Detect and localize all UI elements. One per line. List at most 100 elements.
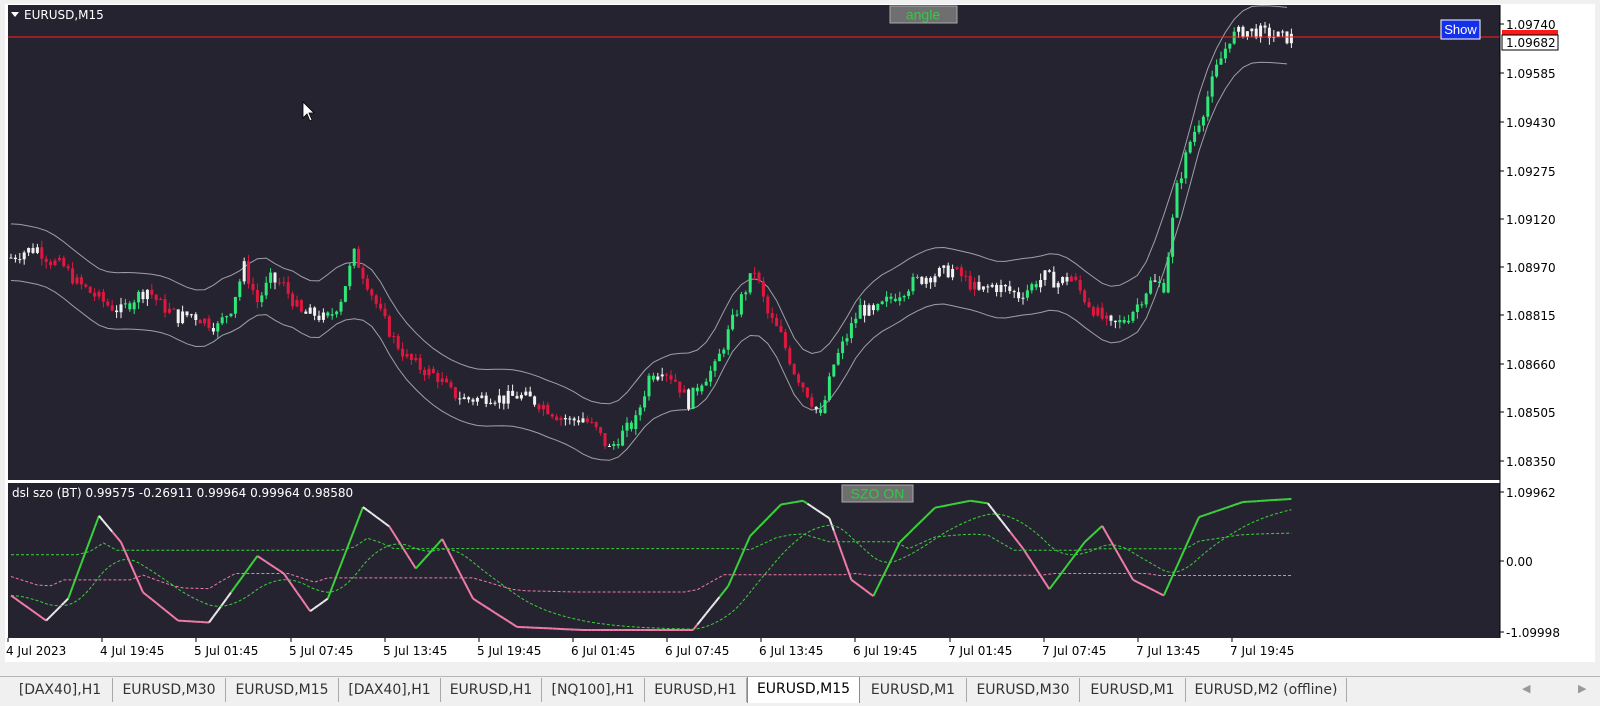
candle	[784, 329, 787, 351]
time-tick-label: 7 Jul 13:45	[1136, 644, 1200, 658]
candle	[89, 286, 92, 293]
szo-on-button[interactable]: SZO ON	[842, 485, 913, 502]
candle	[692, 388, 695, 410]
oscillator-segment	[785, 503, 789, 504]
price-tick-label: 1.08970	[1506, 261, 1556, 275]
oscillator-segment	[935, 507, 939, 508]
time-tick: 5 Jul 01:45	[194, 638, 258, 658]
price-tick-label: 1.08505	[1506, 406, 1556, 420]
candle	[1189, 140, 1192, 154]
time-tick-label: 7 Jul 19:45	[1230, 644, 1294, 658]
price-tick: 1.08505	[1500, 406, 1556, 420]
oscillator-segment	[1234, 504, 1238, 506]
time-tick: 6 Jul 13:45	[759, 638, 823, 658]
time-tick-label: 6 Jul 01:45	[571, 644, 635, 658]
oscillator-segment	[1208, 513, 1212, 515]
tab-eurusd-h1-2[interactable]: EURUSD,H1	[645, 678, 747, 702]
oscillator-segment	[1203, 514, 1207, 516]
candle	[868, 303, 871, 316]
candle	[938, 267, 941, 278]
candle	[388, 315, 391, 338]
tab-eurusd-m15-active[interactable]: EURUSD,M15	[747, 677, 860, 703]
tab-eurusd-m15[interactable]: EURUSD,M15	[226, 678, 339, 702]
oscillator-segment	[1225, 507, 1229, 509]
oscillator-segment	[799, 501, 803, 502]
price-tick: 1.09430	[1500, 116, 1556, 130]
angle-button[interactable]: angle	[890, 6, 957, 23]
time-tick: 5 Jul 13:45	[383, 638, 447, 658]
oscillator-segment	[1217, 510, 1221, 512]
tab-scroll-left-icon[interactable]: ◀	[1522, 682, 1530, 695]
oscillator-segment	[966, 501, 970, 502]
price-tick-label: 1.08660	[1506, 358, 1556, 372]
time-tick-label: 6 Jul 07:45	[665, 644, 729, 658]
oscillator-segment	[983, 503, 987, 504]
oscillator-segment	[1199, 516, 1203, 518]
tab-eurusd-m30-2[interactable]: EURUSD,M30	[967, 678, 1080, 702]
price-tick-label: 1.09275	[1506, 165, 1556, 179]
price-tick-label: 1.09740	[1506, 18, 1556, 32]
candle	[832, 364, 835, 377]
time-tick-label: 4 Jul 2023	[6, 644, 66, 658]
angle-button-label: angle	[906, 7, 940, 23]
tab-eurusd-m1-2[interactable]: EURUSD,M1	[1080, 678, 1186, 702]
indicator-tick: 1.09962	[1500, 486, 1556, 500]
price-tick-label: 1.08350	[1506, 455, 1556, 469]
time-axis[interactable]: 4 Jul 2023 4 Jul 19:45 5 Jul 01:45 5 Jul…	[6, 638, 1294, 658]
time-tick: 7 Jul 13:45	[1136, 638, 1200, 658]
oscillator-segment	[975, 501, 979, 502]
tab-nq100-h1[interactable]: [NQ100],H1	[542, 678, 645, 702]
tab-dax40-h1[interactable]: [DAX40],H1	[8, 678, 113, 702]
price-tick-label: 1.09585	[1506, 67, 1556, 81]
time-tick: 5 Jul 07:45	[289, 638, 353, 658]
candle	[749, 273, 752, 295]
current-price-label: 1.09682	[1506, 36, 1556, 50]
time-tick-label: 6 Jul 19:45	[853, 644, 917, 658]
price-tick: 1.08970	[1500, 261, 1556, 275]
candle	[740, 292, 743, 317]
main-chart-panel[interactable]	[8, 5, 1500, 480]
price-tick: 1.08660	[1500, 358, 1556, 372]
price-axis[interactable]: 1.09740 1.09585 1.09430 1.09275 1.09120 …	[1500, 18, 1556, 469]
candle	[793, 363, 796, 375]
time-tick-label: 4 Jul 19:45	[100, 644, 164, 658]
candle	[1286, 31, 1289, 44]
time-tick: 6 Jul 01:45	[571, 638, 635, 658]
candle	[788, 346, 791, 366]
tab-eurusd-m2-offline[interactable]: EURUSD,M2 (offline)	[1186, 678, 1347, 702]
time-tick: 4 Jul 2023	[6, 638, 66, 658]
time-tick: 7 Jul 19:45	[1230, 638, 1294, 658]
price-tick: 1.09585	[1500, 67, 1556, 81]
time-tick: 6 Jul 19:45	[853, 638, 917, 658]
oscillator-segment	[961, 502, 965, 503]
time-tick-label: 7 Jul 01:45	[948, 644, 1012, 658]
candle	[243, 258, 246, 285]
time-tick-label: 7 Jul 07:45	[1042, 644, 1106, 658]
szo-on-button-label: SZO ON	[851, 486, 905, 502]
candle	[806, 387, 809, 398]
price-tick-label: 1.08815	[1506, 309, 1556, 323]
time-tick: 7 Jul 07:45	[1042, 638, 1106, 658]
candle	[687, 388, 690, 411]
tab-eurusd-m30[interactable]: EURUSD,M30	[113, 678, 226, 702]
time-tick: 5 Jul 19:45	[477, 638, 541, 658]
tab-dax40-h1-2[interactable]: [DAX40],H1	[339, 678, 441, 702]
candle	[353, 248, 356, 269]
candle	[1167, 252, 1170, 293]
show-button-label: Show	[1444, 22, 1477, 37]
tab-scroll-right-icon[interactable]: ▶	[1578, 682, 1586, 695]
tab-eurusd-h1[interactable]: EURUSD,H1	[441, 678, 542, 702]
symbol-label: EURUSD,M15	[24, 8, 104, 22]
show-button[interactable]: Show	[1441, 20, 1480, 39]
price-tick-label: 1.09120	[1506, 213, 1556, 227]
indicator-axis[interactable]: 1.09962 0.00 -1.09998	[1500, 486, 1560, 640]
indicator-tick: -1.09998	[1500, 626, 1560, 640]
indicator-panel[interactable]	[8, 483, 1500, 638]
chart-svg[interactable]: EURUSD,M15 angle Show dsl szo (BT) 0.995…	[5, 4, 1595, 662]
tab-eurusd-m1[interactable]: EURUSD,M1	[860, 678, 967, 702]
indicator-tick-label: -1.09998	[1506, 626, 1560, 640]
oscillator-segment	[794, 502, 798, 503]
time-tick-label: 5 Jul 01:45	[194, 644, 258, 658]
indicator-label: dsl szo (BT) 0.99575 -0.26911 0.99964 0.…	[12, 486, 353, 500]
terminal-window: EURUSD,M15 angle Show dsl szo (BT) 0.995…	[0, 0, 1600, 705]
